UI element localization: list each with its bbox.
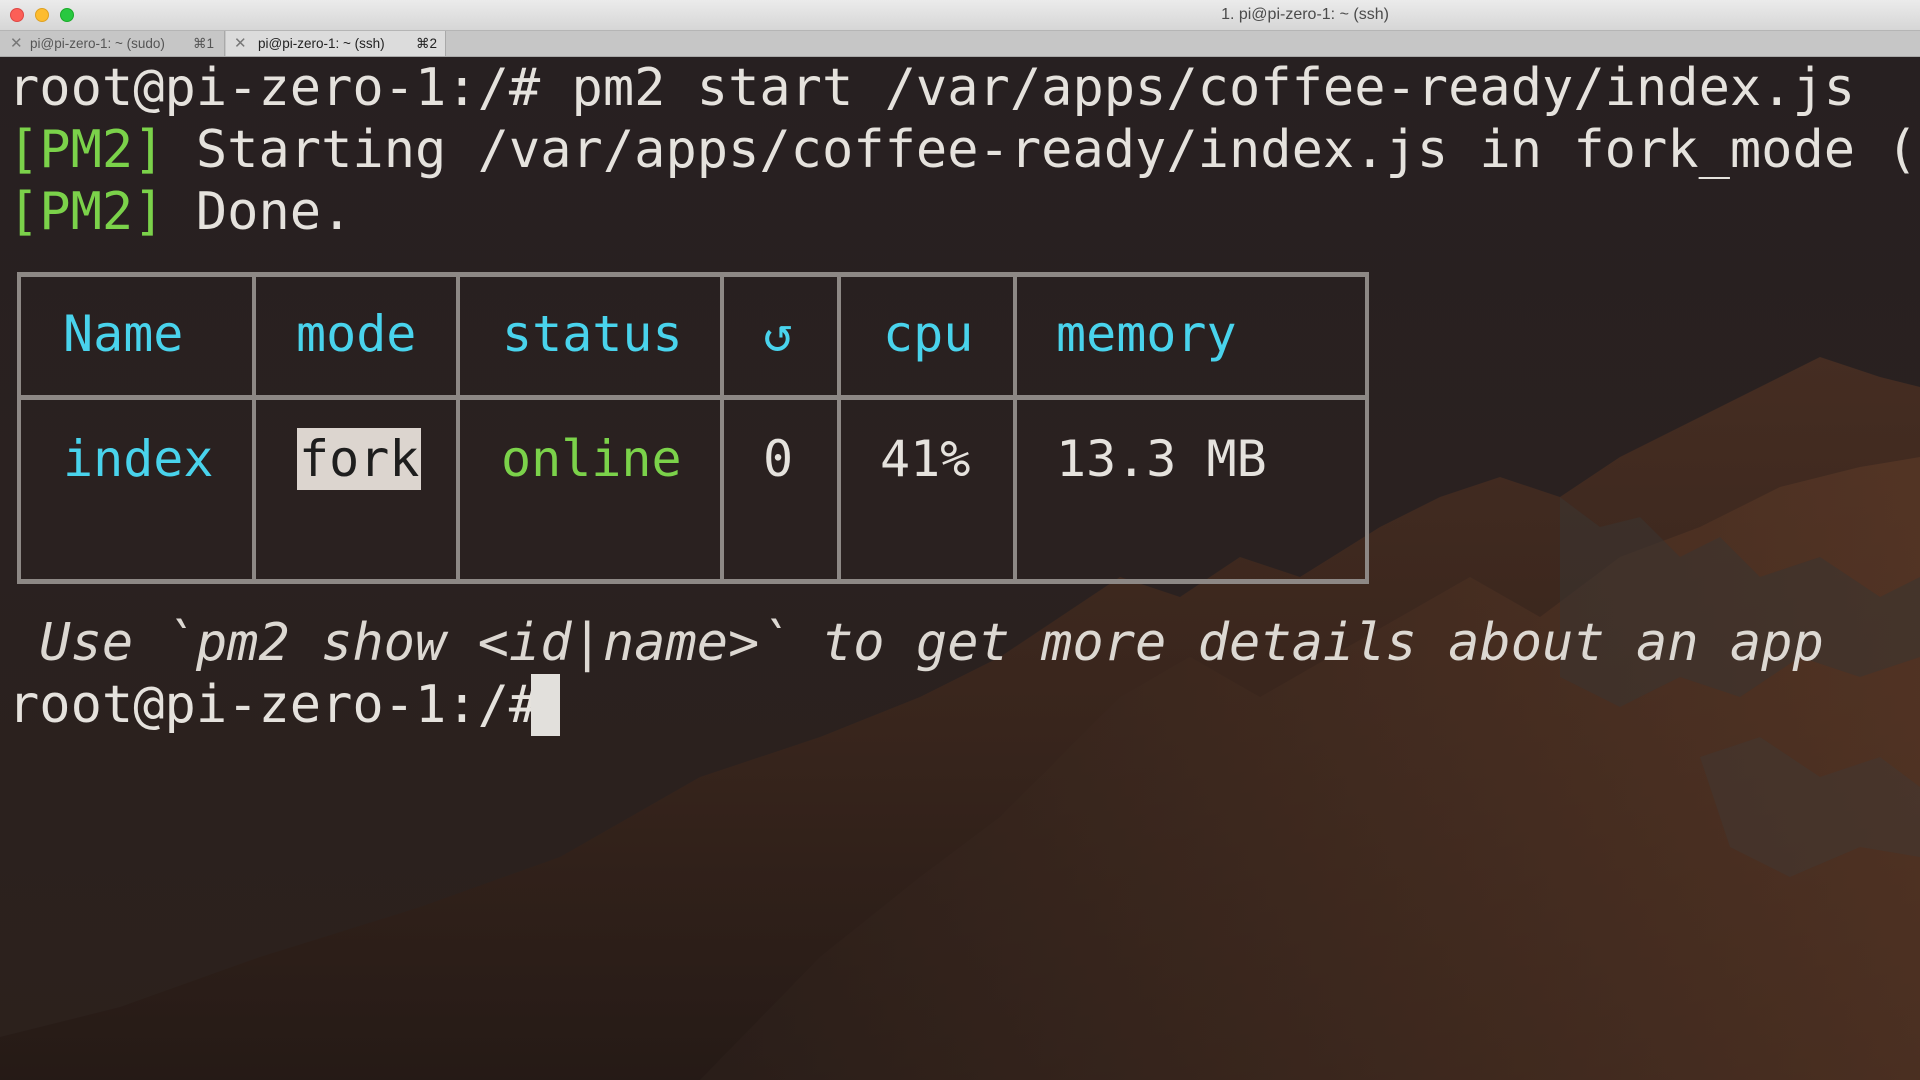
- command-line: root@pi-zero-1:/# pm2 start /var/apps/co…: [8, 57, 1855, 119]
- table-border-top: [17, 272, 1369, 277]
- tab-bar: ✕ pi@pi-zero-1: ~ (sudo) ⌘1 ✕ pi@pi-zero…: [0, 31, 1920, 57]
- process-memory: 13.3 MB: [1056, 430, 1267, 488]
- column-separator: [837, 272, 841, 584]
- column-header-memory: memory: [1056, 305, 1237, 363]
- pm2-tag: [PM2]: [8, 120, 165, 180]
- process-restarts: 0: [763, 430, 794, 488]
- table-border-middle: [17, 395, 1369, 400]
- column-header-status: status: [502, 305, 683, 363]
- close-tab-icon[interactable]: ✕: [10, 31, 23, 56]
- output-text: Starting /var/apps/coffee-ready/index.js…: [164, 120, 1920, 180]
- process-cpu: 41%: [880, 430, 971, 488]
- restart-count-icon: ↺: [763, 305, 794, 363]
- close-tab-icon[interactable]: ✕: [234, 31, 247, 56]
- command-text: pm2 start /var/apps/coffee-ready/index.j…: [571, 58, 1856, 118]
- table-border-bottom: [17, 579, 1369, 584]
- output-line: [PM2] Starting /var/apps/coffee-ready/in…: [8, 119, 1920, 181]
- table-border-right: [1365, 272, 1369, 584]
- shell-prompt: root@pi-zero-1:/#: [8, 675, 572, 735]
- process-name: index: [63, 430, 214, 488]
- tab-sudo-session[interactable]: ✕ pi@pi-zero-1: ~ (sudo) ⌘1: [0, 31, 225, 56]
- tab-label: pi@pi-zero-1: ~ (sudo): [30, 36, 165, 51]
- title-bar: 1. pi@pi-zero-1: ~ (ssh): [0, 0, 1920, 31]
- pm2-tag: [PM2]: [8, 182, 165, 242]
- command-line: root@pi-zero-1:/#: [8, 674, 572, 736]
- terminal-cursor: [531, 674, 560, 736]
- tab-ssh-session[interactable]: ✕ pi@pi-zero-1: ~ (ssh) ⌘2: [226, 31, 446, 56]
- column-separator: [1013, 272, 1017, 584]
- terminal-pane[interactable]: root@pi-zero-1:/# pm2 start /var/apps/co…: [0, 57, 1920, 1080]
- tab-shortcut: ⌘2: [415, 36, 437, 51]
- process-mode: fork: [297, 428, 422, 490]
- column-header-name: Name: [63, 305, 184, 363]
- tab-label: pi@pi-zero-1: ~ (ssh): [258, 36, 385, 51]
- column-separator: [252, 272, 256, 584]
- window-title: 1. pi@pi-zero-1: ~ (ssh): [1221, 6, 1389, 23]
- pm2-process-table: Name mode status ↺ cpu memory index fork…: [17, 272, 1369, 584]
- output-text: Done.: [164, 182, 353, 242]
- shell-prompt: root@pi-zero-1:/#: [8, 58, 572, 118]
- column-separator: [720, 272, 724, 584]
- column-separator: [456, 272, 460, 584]
- table-border-left: [17, 272, 21, 584]
- column-header-mode: mode: [296, 305, 417, 363]
- pm2-hint-text: Use `pm2 show <id|name>` to get more det…: [8, 613, 1824, 673]
- process-status: online: [501, 430, 682, 488]
- output-line: [PM2] Done.: [8, 181, 352, 243]
- column-header-cpu: cpu: [883, 305, 974, 363]
- tab-shortcut: ⌘1: [192, 36, 214, 51]
